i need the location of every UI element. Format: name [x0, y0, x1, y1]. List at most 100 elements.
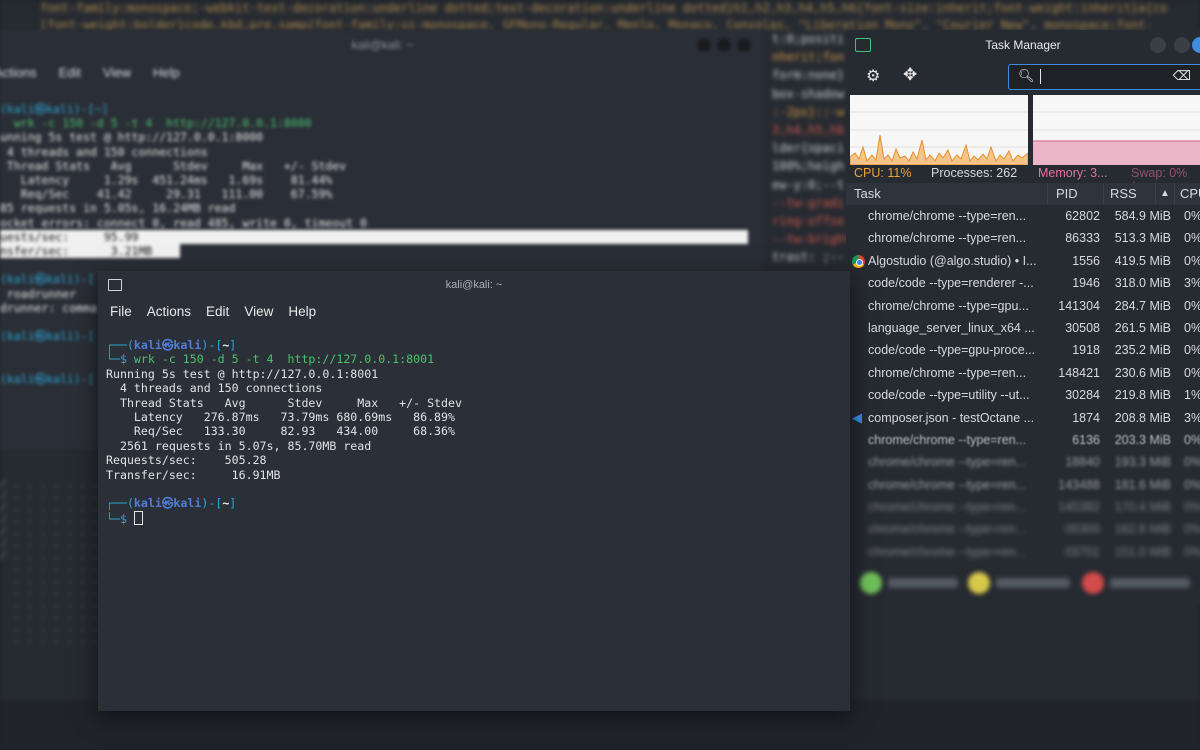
process-rss: 584.9 MiB: [1114, 209, 1171, 223]
menu-help[interactable]: Help: [153, 65, 180, 80]
chrome-icon: [852, 254, 865, 268]
process-pid: 145382: [1058, 500, 1100, 515]
process-pid: 62802: [1065, 209, 1100, 223]
editor-code-line: trast: ;--: [772, 250, 845, 265]
editor-code-line: box-shadow: [772, 86, 845, 101]
prompt-symbol: └─$: [106, 511, 134, 526]
output-line: Thread Stats Avg Stdev Max +/- Stdev: [106, 395, 462, 410]
process-row[interactable]: chrome/chrome --type=ren... 148421 230.6 M…: [846, 362, 1200, 384]
legend-yellow-icon: [968, 572, 990, 594]
process-row[interactable]: chrome/chrome --type=gpu... 141304 284.7 M…: [846, 295, 1200, 317]
process-cpu: 0%: [1184, 320, 1200, 335]
graph-legend: [846, 566, 1200, 598]
process-rss: 261.5 MiB: [1114, 320, 1171, 335]
task-name: chrome/chrome --type=ren...: [868, 209, 1027, 223]
process-pid: 30508: [1065, 320, 1100, 335]
process-row[interactable]: chrome/chrome --type=ren... 00300 162.8 Mi…: [846, 518, 1200, 540]
selected-line: uests/sec: 95.99: [0, 229, 748, 245]
search-field[interactable]: 🔍︎ ⌫: [1008, 64, 1200, 90]
clear-icon[interactable]: ⌫: [1173, 68, 1191, 84]
back-terminal-window-buttons: [697, 38, 751, 52]
task-name: chrome/chrome --type=gpu...: [868, 298, 1029, 313]
process-pid: 6136: [1072, 432, 1100, 447]
task-manager-window[interactable]: Task Manager ⚙ ✥ 🔍︎ ⌫ CPU: 11% Processes…: [846, 30, 1200, 605]
process-cpu: 0%: [1184, 231, 1200, 246]
process-rss: 162.8 MiB: [1114, 522, 1171, 537]
task-name: chrome/chrome --type=ren...: [868, 455, 1027, 470]
process-row[interactable]: chrome/chrome --type=ren... 18840 193.3 Mi…: [846, 451, 1200, 473]
task-name: chrome/chrome --type=ren...: [868, 365, 1027, 380]
menu-actions[interactable]: Actions: [0, 65, 37, 80]
usage-stats: CPU: 11% Processes: 262 Memory: 3... Swa…: [846, 165, 1200, 194]
menu-actions[interactable]: Actions: [147, 304, 191, 319]
process-row[interactable]: code/code --type=renderer -... 1946 318.0 …: [846, 272, 1200, 294]
menu-view[interactable]: View: [244, 304, 273, 319]
prompt-line: ┌──(kali㉿kali)-[~]: [106, 496, 237, 511]
terminal-screen[interactable]: ┌──(kali㉿kali)-[~] └─$ wrk -c 150 -d 5 -…: [98, 323, 850, 526]
column-task[interactable]: Task: [846, 183, 1048, 205]
task-name: code/code --type=renderer -...: [868, 276, 1034, 291]
prompt-user: kali㉿kali: [133, 338, 202, 352]
minimize-button[interactable]: [697, 38, 711, 52]
menu-edit[interactable]: Edit: [206, 304, 229, 319]
column-pid[interactable]: PID: [1048, 183, 1104, 205]
editor-code-line: form:none}: [772, 68, 845, 83]
menu-help[interactable]: Help: [288, 304, 316, 319]
minimize-button[interactable]: [1150, 37, 1166, 53]
process-row[interactable]: chrome/chrome --type=ren... 62802 584.9 Mi…: [846, 205, 1200, 227]
output-line: drunner: comma: [0, 300, 97, 315]
sort-ascending-icon[interactable]: ▲: [1156, 183, 1175, 205]
menu-file[interactable]: File: [110, 304, 132, 319]
process-rss: 208.8 MiB: [1114, 410, 1171, 425]
process-list: chrome/chrome --type=ren... 62802 584.9 Mi…: [846, 205, 1200, 563]
prompt-user: kali㉿kali: [133, 496, 202, 511]
editor-code-line: --tw-bright: [772, 232, 852, 247]
process-pid: 30284: [1065, 388, 1100, 403]
process-row[interactable]: chrome/chrome --type=ren... 6136 203.3 MiB…: [846, 429, 1200, 451]
process-row[interactable]: chrome/chrome --type=ren... 143488 181.6 M…: [846, 474, 1200, 496]
process-cpu: 0%: [1184, 455, 1200, 470]
legend-red-icon: [1082, 572, 1104, 594]
process-row[interactable]: Algostudio (@algo.studio) • I... 1556 419.…: [846, 250, 1200, 272]
maximize-button[interactable]: [717, 38, 731, 52]
process-pid: 1918: [1072, 343, 1100, 358]
front-terminal-menubar: File Actions Edit View Help: [98, 299, 850, 323]
gear-icon[interactable]: ⚙: [866, 66, 880, 86]
process-row[interactable]: language_server_linux_x64 ... 30508 261.5 …: [846, 317, 1200, 339]
process-cpu: 3%: [1184, 410, 1200, 425]
vscode-icon: ◀: [852, 410, 862, 424]
menu-edit[interactable]: Edit: [59, 65, 81, 80]
front-terminal-window[interactable]: kali@kali: ~ File Actions Edit View Help…: [98, 271, 850, 711]
process-cpu: 1%: [1184, 388, 1200, 403]
close-button[interactable]: [737, 38, 751, 52]
legend-green-icon: [860, 572, 882, 594]
task-name: language_server_linux_x64 ...: [868, 320, 1035, 335]
back-terminal-menubar: Actions Edit View Help: [0, 60, 765, 84]
column-cpu[interactable]: CPU: [1180, 183, 1200, 205]
menu-view[interactable]: View: [103, 65, 131, 80]
process-row[interactable]: chrome/chrome --type=ren... 03701 151.0 Mi…: [846, 541, 1200, 563]
process-pid: 00300: [1065, 522, 1100, 537]
output-line: Latency 1.29s 451.24ms 1.69s 81.44%: [0, 173, 333, 188]
maximize-button[interactable]: [1174, 37, 1190, 53]
legend-label-placeholder: [888, 578, 958, 588]
task-name: composer.json - testOctane ...: [868, 410, 1035, 425]
process-cpu: 0%: [1184, 343, 1200, 358]
task-name: Algostudio (@algo.studio) • I...: [868, 253, 1037, 268]
process-row[interactable]: code/code --type=utility --ut... 30284 219…: [846, 384, 1200, 406]
process-row[interactable]: chrome/chrome --type=ren... 145382 170.4 M…: [846, 496, 1200, 518]
process-row[interactable]: ◀ composer.json - testOctane ... 1874 208.8…: [846, 407, 1200, 429]
cpu-graph: [850, 95, 1028, 165]
output-line: 85 requests in 5.05s, 16.24MB read: [0, 201, 236, 216]
process-rss: 181.6 MiB: [1114, 477, 1171, 492]
editor-code-line: 100%;heigh: [772, 159, 845, 174]
process-row[interactable]: chrome/chrome --type=ren... 86333 513.3 Mi…: [846, 227, 1200, 249]
process-rss: 203.3 MiB: [1114, 432, 1171, 447]
crosshair-icon[interactable]: ✥: [903, 65, 917, 85]
column-rss[interactable]: RSS: [1104, 183, 1156, 205]
editor-code-line: :-2px}::-w: [772, 104, 845, 119]
process-row[interactable]: code/code --type=gpu-proce... 1918 235.2 M…: [846, 339, 1200, 361]
prompt-line: ┌──(kali㉿kali)-[~]: [106, 338, 237, 352]
process-cpu: 0%: [1184, 298, 1200, 313]
process-rss: 318.0 MiB: [1114, 276, 1171, 291]
